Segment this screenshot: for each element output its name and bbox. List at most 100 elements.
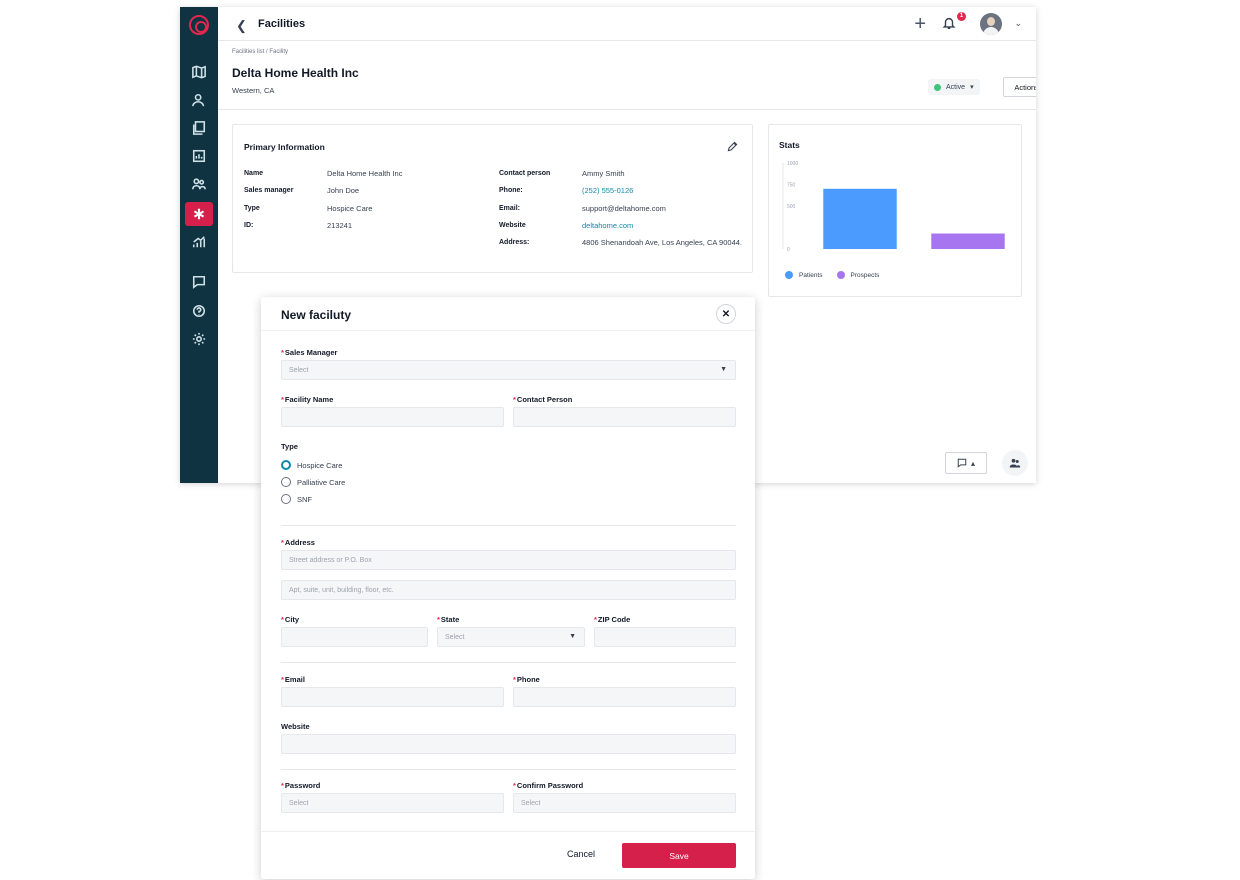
user-icon[interactable]	[185, 88, 213, 112]
contact-person-field-label: *Contact Person	[513, 395, 573, 404]
modal-title: New faciluty	[281, 308, 352, 322]
website-input[interactable]	[281, 734, 736, 754]
email-value: support@deltahome.com	[582, 204, 666, 213]
confirm-password-field-label: *Confirm Password	[513, 781, 584, 790]
legend-dot-icon	[836, 271, 845, 279]
modal-divider	[261, 330, 755, 331]
contacts-button[interactable]	[1002, 450, 1028, 476]
facility-name-input[interactable]	[281, 407, 504, 427]
y-tick-label: 750	[787, 183, 796, 189]
type-option-snf[interactable]: SNF	[281, 494, 312, 504]
password-input[interactable]: Select	[281, 793, 504, 813]
chat-icon	[957, 458, 967, 468]
website-label: Website	[499, 222, 526, 229]
analytics-icon[interactable]	[185, 230, 213, 254]
help-icon[interactable]	[185, 299, 213, 323]
legend-item-prospects[interactable]: Prospects	[836, 271, 879, 279]
page-title: Facilities	[258, 18, 306, 30]
close-icon[interactable]: ✕	[716, 304, 736, 324]
cancel-button[interactable]: Cancel	[567, 849, 595, 859]
stats-chart: 1000 750 500 0	[782, 161, 1005, 253]
status-label: Active	[946, 83, 966, 91]
facility-header: Facilities list / Facility Delta Home He…	[218, 41, 1036, 110]
documents-icon[interactable]	[185, 116, 213, 140]
website-field-label: Website	[281, 722, 310, 731]
email-input[interactable]	[281, 687, 504, 707]
facilities-icon[interactable]	[185, 202, 213, 226]
bar-patients[interactable]	[823, 188, 897, 249]
legend-item-patients[interactable]: Patients	[785, 271, 823, 279]
contact-person-label: Contact person	[499, 170, 551, 177]
add-icon[interactable]: +	[914, 13, 926, 36]
back-chevron-icon[interactable]: ❮	[236, 18, 247, 34]
caret-down-icon: ▼	[720, 366, 727, 373]
phone-link[interactable]: (252) 555-0126	[582, 185, 633, 197]
edit-pencil-icon[interactable]	[727, 141, 738, 152]
users-icon	[1009, 458, 1021, 468]
status-dropdown[interactable]: Active ▾	[928, 79, 980, 95]
actions-button[interactable]: Actions ▾	[1003, 77, 1036, 97]
type-field-label: Type	[281, 442, 298, 451]
confirm-password-input[interactable]: Select	[513, 793, 736, 813]
new-facility-modal: New faciluty ✕ *Sales Manager Select ▼ *…	[261, 297, 755, 879]
sales-manager-value: John Doe	[327, 186, 360, 195]
legend-dot-icon	[785, 271, 793, 279]
chart-legend: Patients Prospects	[785, 271, 879, 279]
radio-checked-icon[interactable]	[281, 460, 291, 470]
legend-label: Patients	[799, 271, 823, 279]
caret-down-icon: ▾	[970, 84, 974, 91]
caret-down-icon: ▼	[569, 633, 576, 640]
chat-toggle-button[interactable]: ▴	[945, 452, 987, 474]
website-link[interactable]: deltahome.com	[582, 220, 633, 232]
radio-icon[interactable]	[281, 494, 291, 504]
settings-icon[interactable]	[185, 327, 213, 351]
contact-person-input[interactable]	[513, 407, 736, 427]
radio-icon[interactable]	[281, 477, 291, 487]
address-line2-placeholder: Apt, suite, unit, building, floor, etc.	[289, 587, 394, 594]
bar-prospects[interactable]	[931, 233, 1005, 249]
stats-card: Stats 1000 750 500 0 Patients Prospects	[768, 124, 1022, 297]
address-line1-input[interactable]: Street address or P.O. Box	[281, 550, 736, 570]
save-button[interactable]: Save	[622, 843, 736, 868]
team-icon[interactable]	[185, 172, 213, 196]
avatar[interactable]	[980, 13, 1002, 35]
city-input[interactable]	[281, 627, 428, 647]
address-field-label: *Address	[281, 538, 315, 547]
state-select[interactable]: Select ▼	[437, 627, 585, 647]
name-label: Name	[244, 170, 264, 177]
type-option-label: Hospice Care	[297, 460, 343, 470]
section-divider	[281, 662, 736, 663]
type-label: Type	[244, 205, 260, 212]
chat-icon[interactable]	[185, 270, 213, 294]
phone-label: Phone:	[499, 187, 523, 194]
section-divider	[281, 769, 736, 770]
notification-badge: 1	[957, 12, 966, 21]
brand-logo	[189, 15, 209, 35]
sales-manager-select[interactable]: Select ▼	[281, 360, 736, 380]
bell-icon[interactable]	[942, 16, 956, 30]
email-label: Email:	[499, 205, 521, 212]
y-tick-label: 500	[787, 204, 796, 210]
sidebar	[180, 7, 218, 483]
id-label: ID:	[244, 222, 254, 229]
address-line2-input[interactable]: Apt, suite, unit, building, floor, etc.	[281, 580, 736, 600]
card-title: Primary Information	[244, 142, 325, 152]
zip-input[interactable]	[594, 627, 736, 647]
city-field-label: *City	[281, 615, 300, 624]
dashboard-icon[interactable]	[185, 144, 213, 168]
state-placeholder: Select	[445, 634, 465, 641]
type-value: Hospice Care	[327, 204, 373, 213]
actions-label: Actions	[1014, 82, 1036, 92]
map-icon[interactable]	[185, 60, 213, 84]
section-divider	[281, 525, 736, 526]
phone-field-label: *Phone	[513, 675, 540, 684]
phone-input[interactable]	[513, 687, 736, 707]
breadcrumb[interactable]: Facilities list / Facility	[232, 49, 288, 55]
address-label: Address:	[499, 239, 530, 246]
type-option-label: Palliative Care	[297, 477, 346, 487]
chevron-down-icon[interactable]: ⌄	[1014, 18, 1022, 29]
stats-title: Stats	[779, 140, 800, 150]
type-option-palliative[interactable]: Palliative Care	[281, 477, 345, 487]
type-option-hospice[interactable]: Hospice Care	[281, 460, 342, 470]
sales-manager-label: Sales manager	[244, 187, 294, 194]
